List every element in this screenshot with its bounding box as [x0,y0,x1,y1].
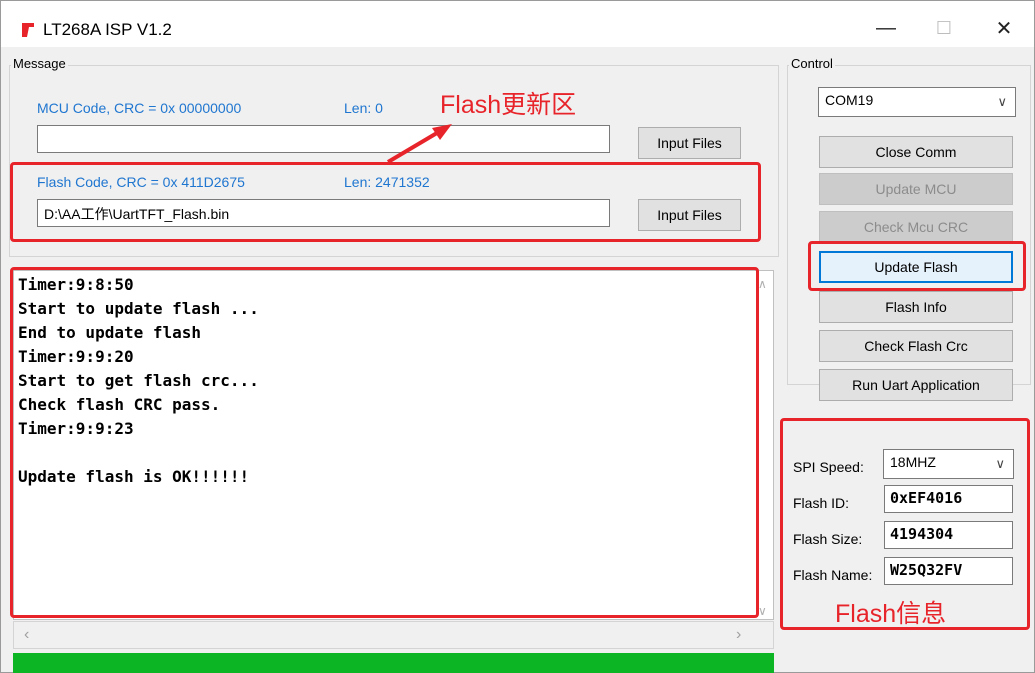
scroll-left-icon[interactable]: ‹ [24,626,29,644]
flash-info-button[interactable]: Flash Info [819,291,1013,323]
update-flash-highlight [808,241,1026,291]
close-comm-button[interactable]: Close Comm [819,136,1013,168]
scroll-down-icon[interactable]: ∨ [758,604,767,618]
control-group-label: Control [789,56,835,71]
check-flash-crc-button[interactable]: Check Flash Crc [819,330,1013,362]
close-icon: ✕ [995,17,1013,40]
scroll-up-icon[interactable]: ∧ [758,277,767,291]
minimize-icon: — [876,16,896,39]
scroll-right-icon[interactable]: › [736,626,741,644]
message-group-label: Message [11,56,68,71]
flash-info-annotation: Flash信息 [835,600,947,628]
com-port-select[interactable]: COM19 ∨ [818,87,1016,117]
window-title: LT268A ISP V1.2 [43,20,172,39]
mcu-path-input[interactable] [37,125,610,153]
app-logo-icon [22,23,34,37]
chevron-down-icon: ∨ [997,94,1007,109]
mcu-crc-label: MCU Code, CRC = 0x 00000000 [37,100,242,116]
annotation-arrow-icon [386,124,452,164]
mcu-len-label: Len: 0 [344,100,383,116]
maximize-button[interactable]: ☐ [921,11,967,45]
progress-bar [13,653,774,673]
log-highlight [10,267,759,618]
flash-update-highlight [10,162,761,242]
flash-update-area-annotation: Flash更新区 [440,91,577,119]
mcu-input-files-button[interactable]: Input Files [638,127,741,159]
check-mcu-crc-button[interactable]: Check Mcu CRC [819,211,1013,243]
update-mcu-button[interactable]: Update MCU [819,173,1013,205]
title-bar: LT268A ISP V1.2 — ☐ ✕ [1,1,1034,47]
run-uart-application-button[interactable]: Run Uart Application [819,369,1013,401]
maximize-icon: ☐ [935,17,953,38]
close-button[interactable]: ✕ [981,11,1027,45]
com-port-value: COM19 [825,92,874,108]
minimize-button[interactable]: — [863,11,909,45]
horizontal-scrollbar[interactable]: ‹ › [13,621,774,649]
